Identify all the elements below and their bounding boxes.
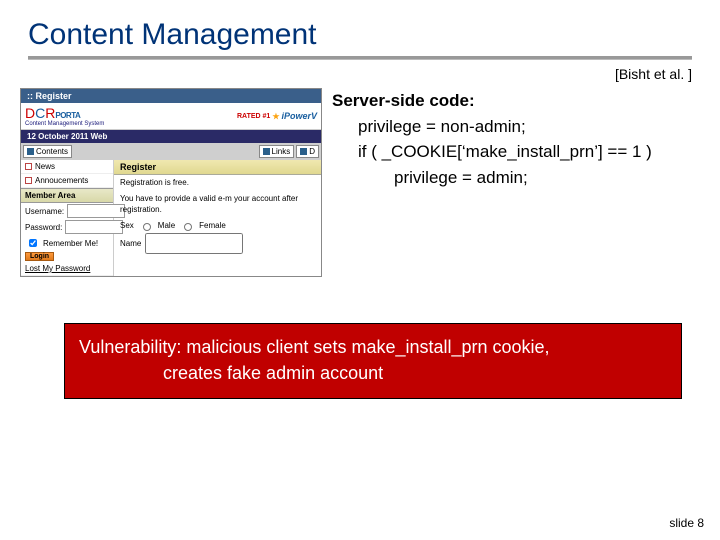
slide-title: Content Management: [0, 0, 720, 56]
bullet-icon: [25, 177, 32, 184]
name-row: Name: [120, 233, 315, 254]
star-icon: ★: [272, 112, 279, 121]
tab-contents[interactable]: Contents: [23, 145, 72, 158]
bullet-icon: [25, 163, 32, 170]
nav-news[interactable]: News: [21, 160, 113, 174]
rated-badge: RATED #1 ★ iPowerV: [237, 111, 317, 121]
remember-checkbox[interactable]: [29, 239, 37, 247]
left-column: News Annoucements Member Area Username: …: [21, 160, 114, 276]
date-bar: 12 October 2011 Web: [21, 130, 321, 143]
nav-announcements[interactable]: Annoucements: [21, 174, 113, 188]
square-icon: [27, 148, 34, 155]
sex-female-radio[interactable]: [184, 223, 192, 231]
code-line-3: privilege = admin;: [332, 165, 652, 191]
banner: DCRPORTA Content Management System RATED…: [21, 103, 321, 130]
vuln-line-1: Vulnerability: malicious client sets mak…: [79, 334, 667, 360]
name-input[interactable]: [145, 233, 243, 254]
member-area-header: Member Area: [21, 188, 113, 203]
sex-row: Sex Male Female: [120, 220, 315, 231]
topbar: :: Register: [21, 89, 321, 103]
citation: [Bisht et al. ]: [0, 60, 720, 82]
password-row: Password:: [21, 219, 113, 235]
right-column: Register Registration is free. You have …: [114, 160, 321, 276]
register-text1: Registration is free.: [114, 175, 321, 191]
square-icon: [263, 148, 270, 155]
square-icon: [300, 148, 307, 155]
register-header: Register: [114, 160, 321, 175]
remember-row: Remember Me!: [21, 235, 113, 251]
code-line-1: privilege = non-admin;: [332, 114, 652, 140]
vulnerability-box: Vulnerability: malicious client sets mak…: [64, 323, 682, 399]
lost-password-link[interactable]: Lost My Password: [21, 262, 113, 276]
username-row: Username:: [21, 203, 113, 219]
code-heading: Server-side code:: [332, 91, 475, 110]
app-screenshot: :: Register DCRPORTA Content Management …: [20, 88, 322, 277]
tab-d[interactable]: D: [296, 145, 319, 158]
login-button[interactable]: Login: [25, 252, 54, 261]
slide-number: slide 8: [669, 516, 704, 530]
tab-links[interactable]: Links: [259, 145, 295, 158]
logo-tagline: Content Management System: [25, 121, 104, 127]
sex-male-radio[interactable]: [143, 223, 151, 231]
tabs-row: Contents Links D: [21, 143, 321, 160]
code-block: Server-side code: privilege = non-admin;…: [332, 88, 652, 277]
register-text2: You have to provide a valid e-m your acc…: [114, 191, 321, 218]
logo: DCRPORTA: [25, 105, 104, 121]
code-line-2: if ( _COOKIE[‘make_install_prn’] == 1 ): [332, 139, 652, 165]
vuln-line-2: creates fake admin account: [79, 360, 667, 386]
